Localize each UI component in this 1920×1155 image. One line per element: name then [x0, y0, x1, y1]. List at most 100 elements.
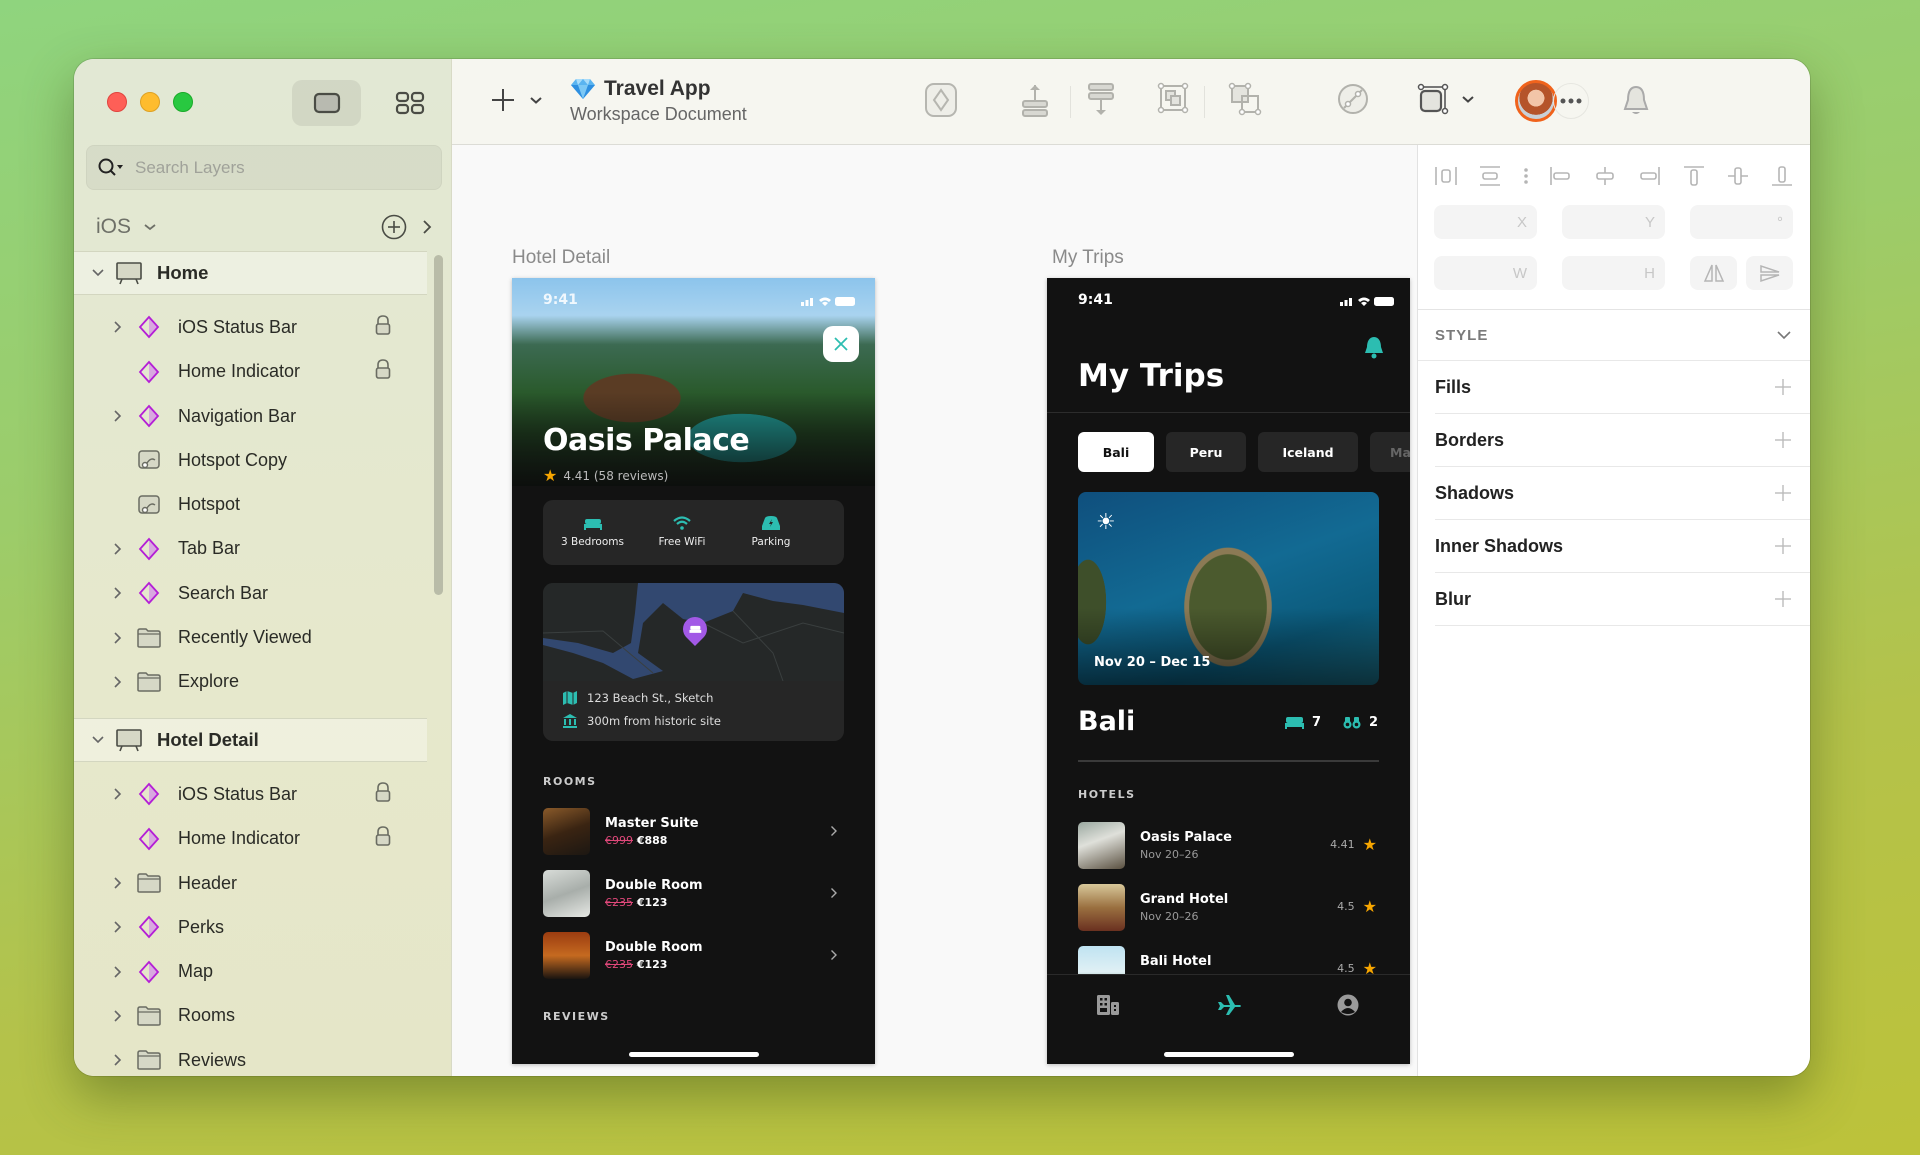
lock-icon[interactable]	[375, 314, 391, 336]
chevron-down-icon[interactable]	[91, 268, 105, 278]
trip-tab-peru[interactable]: Peru	[1166, 432, 1246, 472]
trip-tab-bali[interactable]: Bali	[1078, 432, 1154, 472]
backward-button[interactable]	[1086, 82, 1116, 118]
bell-icon[interactable]	[1363, 336, 1385, 360]
add-icon[interactable]	[1774, 590, 1792, 608]
hotel-row[interactable]: Grand Hotel Nov 20–26 4.5 ★	[1078, 876, 1379, 938]
layer-item[interactable]: Hotspot Copy	[74, 438, 451, 482]
chevron-right-icon[interactable]	[113, 631, 123, 645]
chevron-right-icon[interactable]	[421, 218, 433, 236]
hotels-tab-icon[interactable]	[1096, 994, 1120, 1016]
trip-tab-iceland[interactable]: Iceland	[1258, 432, 1358, 472]
canvas[interactable]: Hotel Detail 9:41 Oasis Palace ★ 4.41 (5…	[452, 145, 1417, 1076]
height-field[interactable]: H	[1562, 256, 1665, 290]
layer-list-scrollbar[interactable]	[434, 255, 443, 595]
chevron-right-icon[interactable]	[113, 675, 123, 689]
layer-item[interactable]: Map	[74, 949, 451, 993]
artboard-title-hotel-detail[interactable]: Hotel Detail	[512, 247, 610, 269]
ungroup-button[interactable]	[1228, 82, 1262, 116]
insert-button[interactable]	[490, 87, 544, 113]
room-row[interactable]: Double Room €235 €123	[543, 924, 844, 986]
chevron-right-icon[interactable]	[113, 920, 123, 934]
add-page-icon[interactable]	[381, 214, 407, 240]
grid-view-button[interactable]	[375, 80, 444, 126]
align-right-icon[interactable]	[1637, 165, 1661, 187]
create-symbol-button[interactable]	[924, 82, 958, 118]
document-title[interactable]: Travel App Workspace Document	[570, 77, 747, 125]
layer-item[interactable]: Navigation Bar	[74, 394, 451, 438]
trip-hero-card[interactable]: ☀ Nov 20 – Dec 15	[1078, 492, 1379, 685]
flip-vertical-button[interactable]	[1746, 256, 1793, 290]
add-icon[interactable]	[1774, 431, 1792, 449]
chevron-right-icon[interactable]	[113, 586, 123, 600]
add-icon[interactable]	[1774, 378, 1792, 396]
chevron-right-icon[interactable]	[113, 320, 123, 334]
width-field[interactable]: W	[1434, 256, 1537, 290]
add-icon[interactable]	[1774, 484, 1792, 502]
align-center-horizontal-icon[interactable]	[1593, 165, 1617, 187]
chevron-right-icon[interactable]	[113, 542, 123, 556]
close-window-button[interactable]	[107, 92, 127, 112]
chevron-right-icon[interactable]	[113, 1009, 123, 1023]
y-field[interactable]: Y	[1562, 205, 1665, 239]
layer-item[interactable]: Rooms	[74, 994, 451, 1038]
lock-icon[interactable]	[375, 781, 391, 803]
layer-item[interactable]: Hotspot	[74, 482, 451, 526]
style-header[interactable]: STYLE	[1418, 310, 1810, 361]
resize-options-button[interactable]	[1416, 82, 1476, 116]
airplane-icon[interactable]	[1216, 993, 1242, 1017]
maximize-window-button[interactable]	[173, 92, 193, 112]
artboard-title-my-trips[interactable]: My Trips	[1052, 247, 1124, 269]
more-vertical-icon[interactable]	[1523, 165, 1529, 187]
forward-button[interactable]	[1020, 82, 1050, 118]
room-row[interactable]: Double Room €235 €123	[543, 862, 844, 924]
map-card[interactable]: 123 Beach St., Sketch 300m from historic…	[543, 583, 844, 741]
chevron-down-icon[interactable]	[143, 222, 157, 232]
room-row[interactable]: Master Suite €999 €888	[543, 800, 844, 862]
layer-item[interactable]: Recently Viewed	[74, 615, 451, 659]
distribute-horizontal-icon[interactable]	[1434, 165, 1458, 187]
hotel-row[interactable]: Oasis Palace Nov 20–26 4.41 ★	[1078, 814, 1379, 876]
layer-item[interactable]: Home Indicator	[74, 817, 451, 861]
search-layers-input[interactable]	[135, 157, 415, 178]
chevron-right-icon[interactable]	[113, 965, 123, 979]
hotel-row[interactable]: Bali HotelNov 20–264.5★	[1078, 938, 1379, 974]
minimize-window-button[interactable]	[140, 92, 160, 112]
profile-icon[interactable]	[1337, 994, 1359, 1016]
align-middle-icon[interactable]	[1726, 165, 1750, 187]
canvas-view-button[interactable]	[292, 80, 361, 126]
chevron-right-icon[interactable]	[113, 876, 123, 890]
flip-horizontal-button[interactable]	[1690, 256, 1737, 290]
align-top-icon[interactable]	[1682, 165, 1706, 187]
notifications-button[interactable]	[1621, 84, 1651, 118]
layer-item[interactable]: Header	[74, 861, 451, 905]
layer-item[interactable]: Reviews	[74, 1038, 451, 1076]
layer-item[interactable]: Perks	[74, 905, 451, 949]
x-field[interactable]: X	[1434, 205, 1537, 239]
add-icon[interactable]	[1774, 537, 1792, 555]
lock-icon[interactable]	[375, 358, 391, 380]
align-bottom-icon[interactable]	[1770, 165, 1794, 187]
align-left-icon[interactable]	[1549, 165, 1573, 187]
collaborators[interactable]	[1515, 80, 1589, 122]
chevron-right-icon[interactable]	[113, 787, 123, 801]
layer-item[interactable]: Explore	[74, 660, 451, 704]
layer-item[interactable]: iOS Status Bar	[74, 305, 451, 349]
close-button[interactable]	[823, 326, 859, 362]
edit-path-button[interactable]	[1336, 82, 1370, 116]
search-layers-field[interactable]	[86, 145, 442, 190]
layer-item[interactable]: Tab Bar	[74, 527, 451, 571]
lock-icon[interactable]	[375, 825, 391, 847]
layer-item[interactable]: iOS Status Bar	[74, 772, 451, 816]
chevron-right-icon[interactable]	[113, 409, 123, 423]
layer-item[interactable]: Home Indicator	[74, 350, 451, 394]
group-button[interactable]	[1157, 82, 1189, 114]
artboard-my-trips[interactable]: 9:41 My Trips Bali Peru Iceland Ma ☀ Nov 20…	[1047, 278, 1410, 1064]
trip-tab-ma[interactable]: Ma	[1370, 432, 1410, 472]
more-collaborators-button[interactable]	[1553, 83, 1589, 119]
chevron-right-icon[interactable]	[113, 1053, 123, 1067]
artboard-hotel-detail[interactable]: 9:41 Oasis Palace ★ 4.41 (58 reviews) 3 …	[512, 278, 875, 1064]
layer-artboard[interactable]: Home	[74, 251, 427, 296]
layer-item[interactable]: Search Bar	[74, 571, 451, 615]
rotation-field[interactable]: °	[1690, 205, 1793, 239]
